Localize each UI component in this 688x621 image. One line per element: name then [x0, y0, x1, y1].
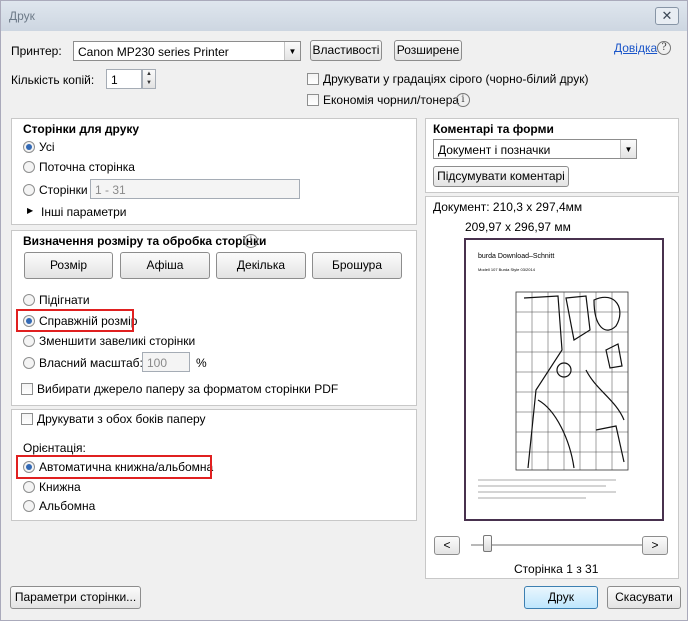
page-size: 209,97 x 296,97 мм [465, 220, 571, 234]
help-icon[interactable]: ? [657, 41, 671, 55]
fit-radio[interactable] [23, 294, 35, 306]
copies-input[interactable]: 1 [106, 69, 142, 89]
sizing-title: Визначення розміру та обробка сторінки [23, 234, 267, 248]
print-button[interactable]: Друк [524, 586, 598, 609]
shrink-radio[interactable] [23, 335, 35, 347]
pages-current-label: Поточна сторінка [39, 160, 135, 174]
paper-source-checkbox[interactable] [21, 383, 33, 395]
pages-all-radio[interactable] [23, 141, 35, 153]
percent-label: % [196, 356, 207, 370]
pages-range-radio[interactable] [23, 184, 35, 196]
info-icon[interactable]: i [456, 93, 470, 107]
grayscale-label: Друкувати у градаціях сірого (чорно-біли… [323, 72, 589, 86]
landscape-label: Альбомна [39, 499, 96, 513]
info-icon[interactable]: i [244, 234, 258, 248]
grayscale-checkbox[interactable] [307, 73, 319, 85]
pages-range-input[interactable]: 1 - 31 [90, 179, 300, 199]
custom-scale-input[interactable]: 100 [142, 352, 190, 372]
comments-select[interactable]: Документ і позначки ▼ [433, 139, 637, 159]
advanced-button[interactable]: Розширене [394, 40, 462, 61]
duplex-checkbox[interactable] [21, 413, 33, 425]
pages-all-label: Усі [39, 140, 55, 154]
printer-selected: Canon MP230 series Printer [78, 45, 229, 59]
save-ink-checkbox[interactable] [307, 94, 319, 106]
highlight-box [16, 455, 212, 479]
multiple-button[interactable]: Декілька [216, 252, 306, 279]
window-title: Друк [9, 9, 35, 23]
custom-scale-value: 100 [147, 356, 168, 370]
print-dialog: Друк ✕ Принтер: Canon MP230 series Print… [0, 0, 688, 621]
size-button[interactable]: Розмір [24, 252, 113, 279]
page-preview: burda Download–Schnitt Modell 107 Burda … [464, 238, 664, 521]
title-bar: Друк ✕ [1, 1, 687, 31]
pattern-drawing [478, 291, 629, 499]
more-options-link[interactable]: Інші параметри [41, 205, 127, 219]
expand-arrow-icon[interactable]: ▶ [27, 206, 33, 215]
custom-scale-label: Власний масштаб: [39, 356, 143, 370]
orientation-title: Орієнтація: [23, 441, 86, 455]
copies-value: 1 [111, 73, 118, 87]
shrink-label: Зменшити завеликі сторінки [39, 334, 196, 348]
page-counter: Сторінка 1 з 31 [514, 562, 599, 576]
custom-scale-radio[interactable] [23, 357, 35, 369]
summarize-comments-button[interactable]: Підсумувати коментарі [433, 166, 569, 187]
highlight-box [16, 309, 134, 332]
landscape-radio[interactable] [23, 500, 35, 512]
properties-button[interactable]: Властивості [310, 40, 382, 61]
document-size: Документ: 210,3 x 297,4мм [433, 200, 583, 214]
paper-source-label: Вибирати джерело паперу за форматом стор… [37, 382, 339, 396]
help-link[interactable]: Довідка [614, 41, 657, 55]
poster-button[interactable]: Афіша [120, 252, 210, 279]
comments-selected: Документ і позначки [438, 143, 551, 157]
page-setup-button[interactable]: Параметри сторінки... [10, 586, 141, 609]
cancel-button[interactable]: Скасувати [607, 586, 681, 609]
fit-label: Підігнати [39, 293, 90, 307]
printer-label: Принтер: [11, 44, 62, 58]
next-page-button[interactable]: > [642, 536, 668, 555]
pages-current-radio[interactable] [23, 161, 35, 173]
portrait-label: Книжна [39, 480, 81, 494]
pages-range-placeholder: 1 - 31 [95, 183, 126, 197]
portrait-radio[interactable] [23, 481, 35, 493]
copies-label: Кількість копій: [11, 73, 95, 87]
booklet-button[interactable]: Брошура [312, 252, 402, 279]
close-icon[interactable]: ✕ [655, 7, 679, 25]
prev-page-button[interactable]: < [434, 536, 460, 555]
comments-title: Коментарі та форми [433, 122, 554, 136]
pages-range-label: Сторінки [39, 183, 88, 197]
duplex-label: Друкувати з обох боків паперу [37, 412, 206, 426]
pages-title: Сторінки для друку [23, 122, 140, 136]
printer-select[interactable]: Canon MP230 series Printer ▼ [73, 41, 301, 61]
chevron-down-icon: ▼ [284, 42, 300, 60]
copies-stepper[interactable]: ▲ ▼ [142, 69, 156, 89]
page-slider-handle[interactable] [483, 535, 492, 552]
chevron-down-icon: ▼ [620, 140, 636, 158]
save-ink-label: Економія чорнил/тонера [323, 93, 460, 107]
page-slider-track[interactable] [471, 544, 643, 546]
